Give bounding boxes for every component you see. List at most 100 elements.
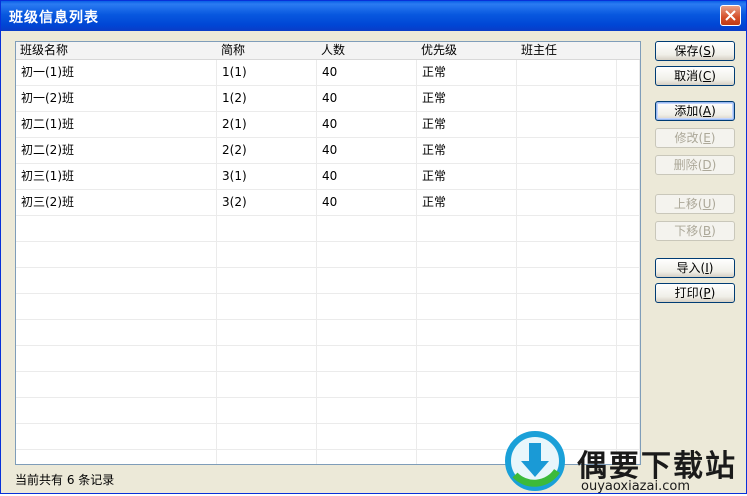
abbr-cell: 2(1) xyxy=(217,112,317,137)
abbr-cell xyxy=(217,346,317,371)
col-header-count[interactable]: 人数 xyxy=(317,43,345,59)
table-row[interactable]: 初二(1)班 2(1) 40 正常 xyxy=(16,112,640,138)
table-row[interactable]: 初一(1)班 1(1) 40 正常 xyxy=(16,60,640,86)
table-row[interactable] xyxy=(16,242,640,268)
filler-cell xyxy=(617,242,640,267)
class-name-cell: 初二(2)班 xyxy=(16,138,217,163)
title-bar[interactable]: 班级信息列表 xyxy=(1,1,746,31)
close-button[interactable] xyxy=(720,5,741,26)
priority-cell xyxy=(417,216,517,241)
table-row[interactable] xyxy=(16,294,640,320)
abbr-cell: 2(2) xyxy=(217,138,317,163)
count-cell xyxy=(317,398,417,423)
count-cell xyxy=(317,216,417,241)
count-cell xyxy=(317,346,417,371)
save-button[interactable]: 保存(S) xyxy=(655,41,735,61)
teacher-cell xyxy=(517,320,617,345)
table-row[interactable] xyxy=(16,320,640,346)
move-down-button[interactable]: 下移(B) xyxy=(655,221,735,241)
count-cell: 40 xyxy=(317,138,417,163)
count-cell xyxy=(317,320,417,345)
col-header-priority[interactable]: 优先级 xyxy=(417,43,457,59)
col-header-class-name[interactable]: 班级名称 xyxy=(16,43,68,59)
filler-cell xyxy=(617,398,640,423)
priority-cell xyxy=(417,294,517,319)
col-header-abbr[interactable]: 简称 xyxy=(217,43,245,59)
teacher-cell xyxy=(517,112,617,137)
priority-cell xyxy=(417,242,517,267)
class-name-cell xyxy=(16,424,217,449)
abbr-cell xyxy=(217,372,317,397)
count-cell xyxy=(317,450,417,464)
abbr-cell xyxy=(217,398,317,423)
class-name-cell xyxy=(16,268,217,293)
priority-cell xyxy=(417,372,517,397)
filler-cell xyxy=(617,86,640,111)
count-cell xyxy=(317,294,417,319)
dialog-window: 班级信息列表 班级名称 简称 人数 优先级 班主任 初一(1)班 1(1) 40 正常… xyxy=(0,0,747,494)
col-header-teacher[interactable]: 班主任 xyxy=(517,43,557,59)
table-row[interactable] xyxy=(16,372,640,398)
priority-cell: 正常 xyxy=(417,164,517,189)
add-button[interactable]: 添加(A) xyxy=(655,101,735,121)
count-cell: 40 xyxy=(317,190,417,215)
filler-cell xyxy=(617,372,640,397)
teacher-cell xyxy=(517,86,617,111)
table-row[interactable] xyxy=(16,398,640,424)
class-name-cell: 初一(1)班 xyxy=(16,60,217,85)
filler-cell xyxy=(617,216,640,241)
filler-cell xyxy=(617,138,640,163)
class-name-cell: 初三(1)班 xyxy=(16,164,217,189)
abbr-cell xyxy=(217,268,317,293)
abbr-cell xyxy=(217,424,317,449)
count-cell xyxy=(317,424,417,449)
filler-cell xyxy=(617,294,640,319)
priority-cell xyxy=(417,268,517,293)
import-button[interactable]: 导入(I) xyxy=(655,258,735,278)
count-cell: 40 xyxy=(317,60,417,85)
teacher-cell xyxy=(517,164,617,189)
abbr-cell: 1(1) xyxy=(217,60,317,85)
count-cell xyxy=(317,242,417,267)
filler-cell xyxy=(617,164,640,189)
count-cell: 40 xyxy=(317,112,417,137)
class-name-cell xyxy=(16,398,217,423)
class-name-cell xyxy=(16,320,217,345)
delete-button[interactable]: 删除(D) xyxy=(655,155,735,175)
abbr-cell xyxy=(217,216,317,241)
filler-cell xyxy=(617,268,640,293)
filler-cell xyxy=(617,346,640,371)
table-row[interactable]: 初一(2)班 1(2) 40 正常 xyxy=(16,86,640,112)
filler-cell xyxy=(617,60,640,85)
abbr-cell: 1(2) xyxy=(217,86,317,111)
window-title: 班级信息列表 xyxy=(9,10,99,26)
class-name-cell xyxy=(16,372,217,397)
priority-cell xyxy=(417,346,517,371)
abbr-cell xyxy=(217,294,317,319)
table-row[interactable] xyxy=(16,268,640,294)
class-name-cell xyxy=(16,294,217,319)
class-table[interactable]: 班级名称 简称 人数 优先级 班主任 初一(1)班 1(1) 40 正常 初一(2)班 1… xyxy=(15,41,641,465)
table-row[interactable]: 初三(1)班 3(1) 40 正常 xyxy=(16,164,640,190)
table-row[interactable]: 初三(2)班 3(2) 40 正常 xyxy=(16,190,640,216)
cancel-button[interactable]: 取消(C) xyxy=(655,66,735,86)
teacher-cell xyxy=(517,138,617,163)
move-up-button[interactable]: 上移(U) xyxy=(655,194,735,214)
priority-cell: 正常 xyxy=(417,112,517,137)
edit-button[interactable]: 修改(E) xyxy=(655,128,735,148)
teacher-cell xyxy=(517,190,617,215)
table-row[interactable] xyxy=(16,346,640,372)
abbr-cell: 3(1) xyxy=(217,164,317,189)
teacher-cell xyxy=(517,268,617,293)
class-name-cell: 初三(2)班 xyxy=(16,190,217,215)
print-button[interactable]: 打印(P) xyxy=(655,283,735,303)
table-row[interactable] xyxy=(16,216,640,242)
abbr-cell xyxy=(217,450,317,464)
priority-cell xyxy=(417,398,517,423)
priority-cell: 正常 xyxy=(417,138,517,163)
status-record-count: 当前共有 6 条记录 xyxy=(15,473,115,487)
site-logo-icon xyxy=(505,431,565,491)
teacher-cell xyxy=(517,294,617,319)
table-row[interactable]: 初二(2)班 2(2) 40 正常 xyxy=(16,138,640,164)
filler-cell xyxy=(617,320,640,345)
